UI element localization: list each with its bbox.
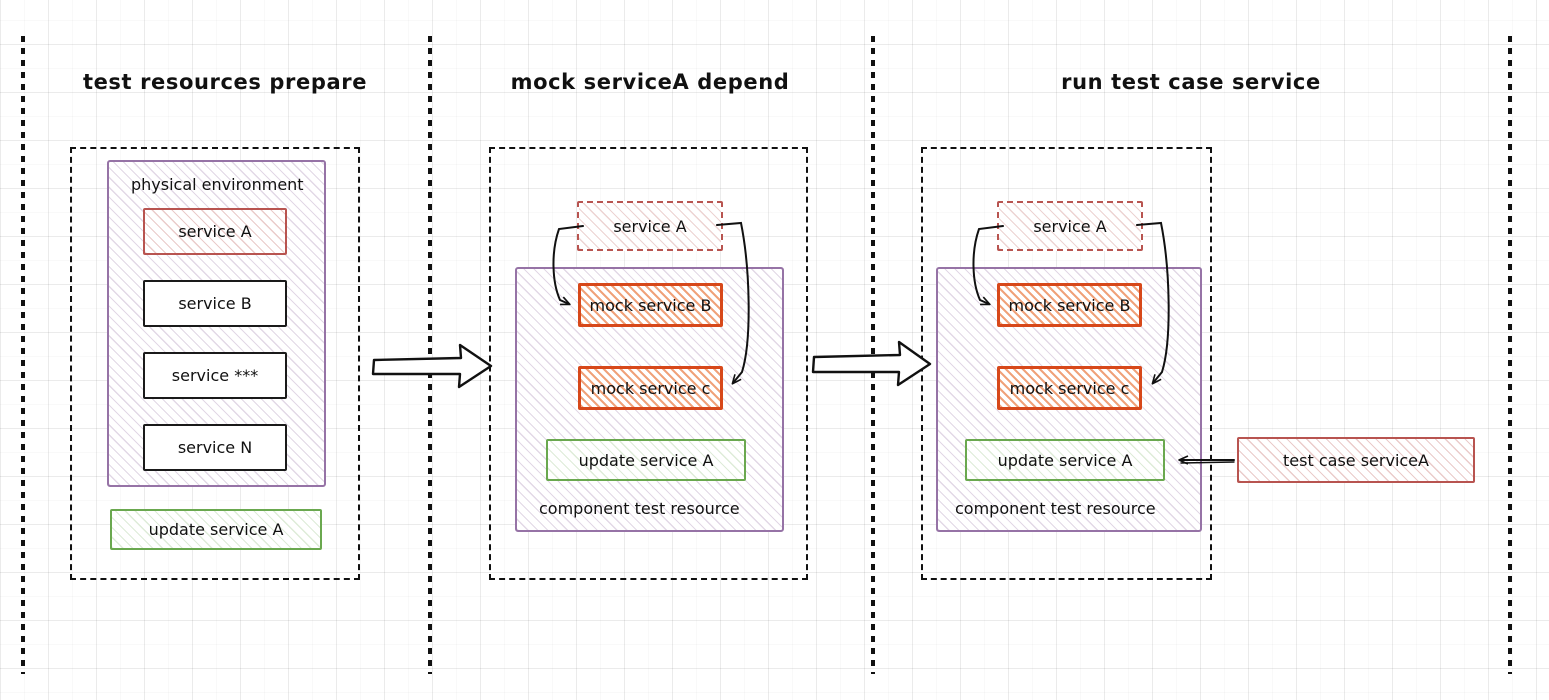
lane2-service-a[interactable]: service A	[577, 201, 723, 251]
lane2-update-service-a-label: update service A	[578, 450, 714, 470]
lane-title-2: mock serviceA depend	[510, 70, 790, 94]
lane1-service-etc[interactable]: service ***	[143, 352, 287, 399]
lane3-service-a[interactable]: service A	[997, 201, 1143, 251]
lane1-service-a-label: service A	[178, 222, 252, 241]
lane1-service-b[interactable]: service B	[143, 280, 287, 327]
lane-divider-2	[871, 36, 875, 674]
lane1-update-service-a[interactable]: update service A	[110, 509, 322, 550]
lane1-service-b-label: service B	[178, 294, 252, 313]
lane1-service-n-label: service N	[177, 438, 253, 457]
lane-title-3: run test case service	[1061, 70, 1321, 94]
lane3-mock-service-b[interactable]: mock service B	[997, 283, 1142, 327]
lane2-mock-service-b-label: mock service B	[589, 295, 712, 315]
lane3-mock-service-c[interactable]: mock service c	[997, 366, 1142, 410]
lane1-update-service-a-label: update service A	[148, 520, 284, 539]
lane-divider-right	[1508, 36, 1512, 674]
lane-title-1: test resources prepare	[82, 70, 368, 94]
lane3-service-a-label: service A	[1033, 216, 1107, 236]
lane1-service-a[interactable]: service A	[143, 208, 287, 255]
lane3-update-service-a-label: update service A	[997, 450, 1133, 470]
physical-environment-label: physical environment	[131, 175, 304, 194]
lane3-component-test-resource-label: component test resource	[955, 499, 1156, 518]
lane-divider-1	[428, 36, 432, 674]
lane1-service-n[interactable]: service N	[143, 424, 287, 471]
lane3-update-service-a[interactable]: update service A	[965, 439, 1165, 481]
lane2-mock-service-b[interactable]: mock service B	[578, 283, 723, 327]
lane2-service-a-label: service A	[613, 216, 687, 236]
lane1-service-etc-label: service ***	[171, 366, 259, 385]
test-case-service-a[interactable]: test case serviceA	[1237, 437, 1475, 483]
lane-divider-left	[21, 36, 25, 674]
lane2-mock-service-c-label: mock service c	[590, 378, 711, 398]
lane3-mock-service-c-label: mock service c	[1009, 378, 1130, 398]
lane2-update-service-a[interactable]: update service A	[546, 439, 746, 481]
lane2-mock-service-c[interactable]: mock service c	[578, 366, 723, 410]
lane3-mock-service-b-label: mock service B	[1008, 295, 1131, 315]
test-case-service-a-label: test case serviceA	[1283, 450, 1429, 470]
lane2-component-test-resource-label: component test resource	[539, 499, 740, 518]
